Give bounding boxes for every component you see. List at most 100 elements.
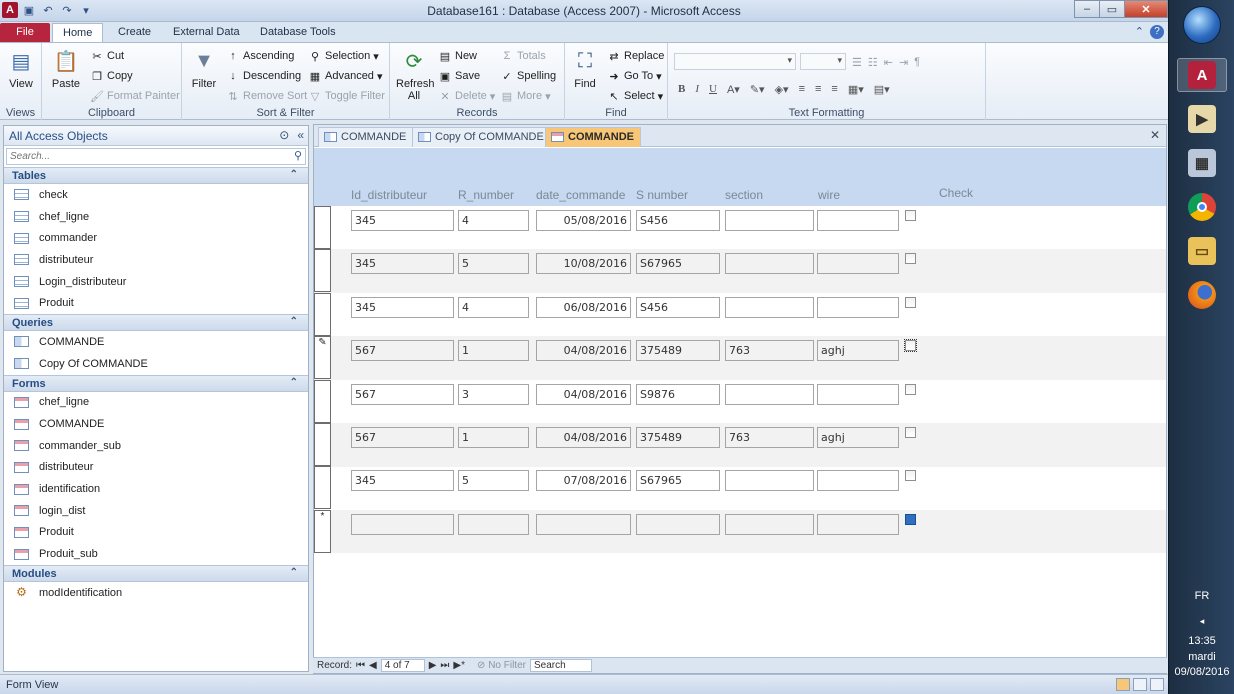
totals-button[interactable]: Σ Totals bbox=[500, 47, 546, 65]
toggle-filter-button[interactable]: ▽ Toggle Filter bbox=[308, 87, 385, 105]
field-r[interactable]: 1 bbox=[458, 427, 529, 448]
nav-item[interactable]: distributeur bbox=[4, 457, 308, 479]
field-r[interactable]: 4 bbox=[458, 210, 529, 231]
filter-button[interactable]: ▼ Filter bbox=[186, 47, 222, 91]
field-id[interactable]: 345 bbox=[351, 296, 454, 318]
remove-sort-button[interactable]: ⇅ Remove Sort bbox=[226, 87, 307, 105]
numbering-icon[interactable]: ☷ bbox=[868, 56, 878, 69]
field-wire[interactable] bbox=[817, 513, 899, 535]
field-date[interactable]: 04/08/2016 bbox=[536, 340, 631, 362]
field-r[interactable]: 5 bbox=[458, 253, 529, 275]
align-left-icon[interactable]: ≡ bbox=[799, 83, 805, 95]
paste-button[interactable]: 📋 Paste bbox=[48, 47, 84, 91]
nav-item[interactable]: ⚙ modIdentification bbox=[4, 582, 308, 604]
advanced-button[interactable]: ▦ Advanced ▾ bbox=[308, 67, 383, 85]
field-id[interactable] bbox=[351, 513, 454, 535]
minimize-button[interactable]: – bbox=[1074, 0, 1100, 18]
field-date[interactable]: 04/08/2016 bbox=[536, 427, 631, 448]
check-checkbox[interactable] bbox=[904, 339, 917, 353]
tab-create[interactable]: Create bbox=[108, 23, 161, 42]
goto-button[interactable]: ➜ Go To ▾ bbox=[607, 67, 661, 85]
field-date[interactable] bbox=[536, 513, 631, 535]
nav-search-input[interactable] bbox=[7, 149, 287, 164]
start-button[interactable] bbox=[1183, 6, 1221, 44]
field-r[interactable] bbox=[458, 513, 529, 535]
tab-database-tools[interactable]: Database Tools bbox=[250, 23, 346, 42]
field-s[interactable]: S456 bbox=[636, 296, 720, 318]
field-wire[interactable]: aghj bbox=[817, 427, 899, 448]
paragraph-direction-icon[interactable]: ¶ bbox=[914, 56, 920, 68]
search-icon[interactable]: ⚲ bbox=[294, 149, 302, 162]
field-section[interactable] bbox=[725, 253, 814, 275]
nav-item[interactable]: distributeur bbox=[4, 249, 308, 271]
ascending-button[interactable]: ↑ Ascending bbox=[226, 47, 294, 65]
nav-item[interactable]: Produit_sub bbox=[4, 543, 308, 565]
field-s[interactable] bbox=[636, 513, 720, 535]
descending-button[interactable]: ↓ Descending bbox=[226, 67, 301, 85]
field-id[interactable]: 567 bbox=[351, 340, 454, 362]
align-center-icon[interactable]: ≡ bbox=[815, 83, 821, 95]
field-section[interactable] bbox=[725, 513, 814, 535]
nav-section-forms[interactable]: Forms ⌃ bbox=[4, 374, 308, 392]
save-record-button[interactable]: ▣ Save bbox=[438, 67, 480, 85]
layout-view-icon[interactable] bbox=[1133, 678, 1147, 691]
tab-file[interactable]: File bbox=[0, 23, 50, 42]
field-s[interactable]: 375489 bbox=[636, 427, 720, 448]
nav-item[interactable]: chef_ligne bbox=[4, 392, 308, 414]
field-section[interactable] bbox=[725, 470, 814, 492]
nav-item[interactable]: check bbox=[4, 184, 308, 206]
taskbar-explorer[interactable]: ▭ bbox=[1177, 234, 1227, 268]
collapse-icon[interactable]: ⌃ bbox=[290, 377, 298, 388]
record-selector[interactable]: * bbox=[314, 509, 331, 553]
underline-button[interactable]: U bbox=[709, 83, 717, 95]
align-right-icon[interactable]: ≡ bbox=[831, 83, 837, 95]
current-record-field[interactable]: 4 of 7 bbox=[380, 659, 425, 672]
field-wire[interactable] bbox=[817, 296, 899, 318]
shutter-bar-icon[interactable]: « bbox=[297, 128, 304, 142]
nav-item[interactable]: chef_ligne bbox=[4, 206, 308, 228]
close-button[interactable]: ✕ bbox=[1124, 0, 1168, 18]
record-selector[interactable]: ✎ bbox=[314, 336, 331, 380]
record-selector[interactable] bbox=[314, 206, 331, 249]
find-button[interactable]: ⛶ Find bbox=[567, 47, 603, 91]
tab-home[interactable]: Home bbox=[52, 23, 104, 42]
indent-increase-icon[interactable]: ⇥ bbox=[899, 56, 908, 69]
view-button[interactable]: ▤ View bbox=[3, 47, 39, 91]
field-id[interactable]: 345 bbox=[351, 210, 454, 231]
field-wire[interactable] bbox=[817, 253, 899, 275]
next-record-icon[interactable]: ▶ bbox=[429, 660, 437, 671]
field-section[interactable]: 763 bbox=[725, 340, 814, 362]
field-date[interactable]: 04/08/2016 bbox=[536, 383, 631, 405]
collapse-icon[interactable]: ⌃ bbox=[290, 567, 298, 578]
bullets-icon[interactable]: ☰ bbox=[852, 56, 862, 69]
font-color-icon[interactable]: A▾ bbox=[727, 83, 740, 96]
help-icon[interactable]: ? bbox=[1150, 25, 1164, 39]
field-date[interactable]: 07/08/2016 bbox=[536, 470, 631, 492]
record-selector[interactable] bbox=[314, 466, 331, 510]
field-wire[interactable] bbox=[817, 210, 899, 231]
field-section[interactable] bbox=[725, 210, 814, 231]
refresh-all-button[interactable]: ⟳ Refresh All bbox=[396, 47, 435, 103]
taskbar-access[interactable]: A bbox=[1177, 58, 1227, 92]
taskbar-chrome[interactable] bbox=[1177, 190, 1227, 224]
taskbar-firefox[interactable] bbox=[1177, 278, 1227, 312]
fill-color-icon[interactable]: ◈▾ bbox=[775, 83, 789, 96]
field-id[interactable]: 345 bbox=[351, 470, 454, 492]
field-wire[interactable] bbox=[817, 383, 899, 405]
nav-item[interactable]: Login_distributeur bbox=[4, 271, 308, 293]
nav-item[interactable]: identification bbox=[4, 478, 308, 500]
nav-item[interactable]: Produit bbox=[4, 292, 308, 314]
record-selector[interactable] bbox=[314, 379, 331, 423]
nav-item[interactable]: Copy Of COMMANDE bbox=[4, 353, 308, 375]
check-checkbox[interactable] bbox=[905, 383, 916, 395]
copy-button[interactable]: ❐ Copy bbox=[90, 67, 133, 85]
field-r[interactable]: 1 bbox=[458, 340, 529, 362]
alternate-row-color-icon[interactable]: ▤▾ bbox=[874, 83, 890, 96]
tab-external-data[interactable]: External Data bbox=[163, 23, 250, 42]
record-search-box[interactable]: Search bbox=[529, 659, 592, 672]
nav-item[interactable]: login_dist bbox=[4, 500, 308, 522]
replace-button[interactable]: ⇄ Replace bbox=[607, 47, 664, 65]
taskbar-media[interactable]: ▶ bbox=[1177, 102, 1227, 136]
field-section[interactable] bbox=[725, 296, 814, 318]
tray-arrow-icon[interactable]: ◂ bbox=[1169, 616, 1234, 627]
